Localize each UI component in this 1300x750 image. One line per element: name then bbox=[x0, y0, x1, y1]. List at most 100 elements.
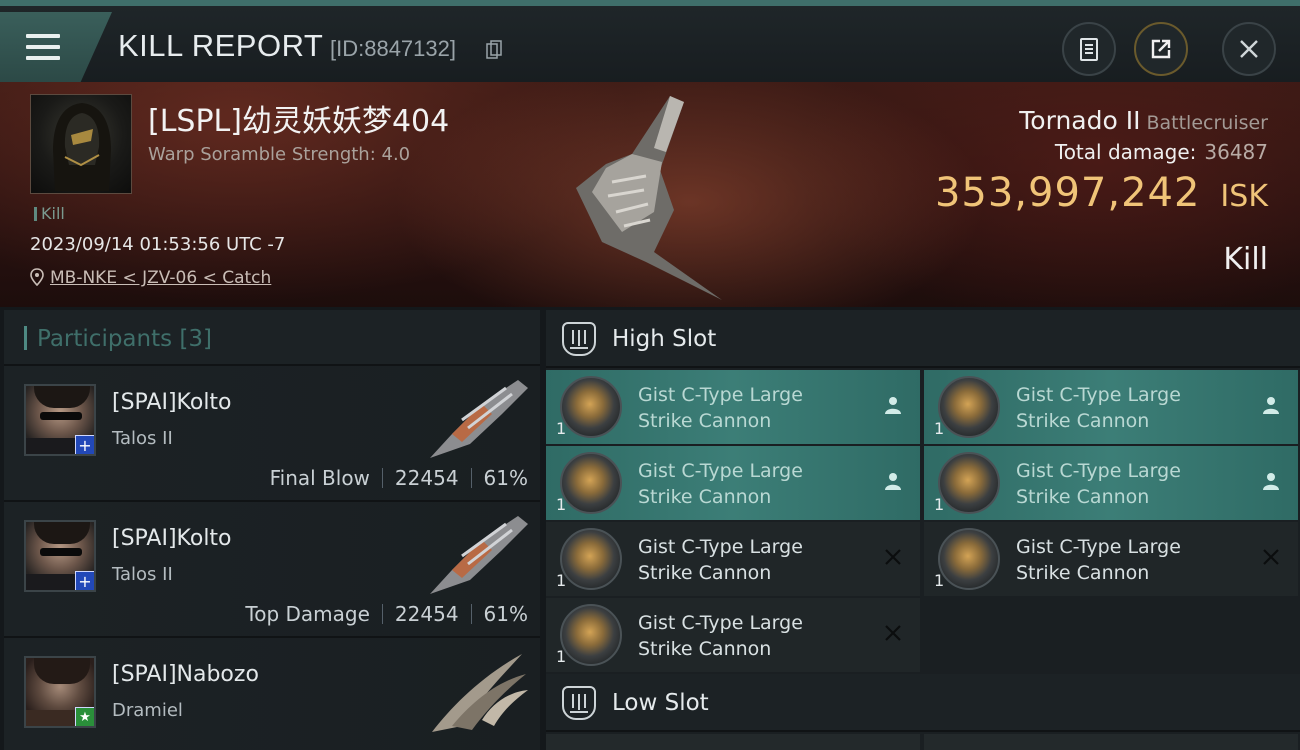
avatar: + bbox=[24, 384, 96, 456]
participant-role: Final Blow bbox=[269, 466, 370, 490]
high-slot-header: High Slot bbox=[546, 310, 1300, 368]
x-icon bbox=[885, 549, 901, 565]
victim-ship-class: Battlecruiser bbox=[1146, 112, 1268, 134]
total-damage-value: 36487 bbox=[1204, 140, 1268, 164]
participant-ship-image bbox=[430, 380, 528, 458]
victim-ship-image bbox=[576, 96, 722, 300]
cannon-icon bbox=[938, 528, 1000, 590]
low-slot-title: Low Slot bbox=[612, 690, 709, 716]
module-name: Gist C-Type Large Strike Cannon bbox=[638, 536, 803, 584]
isk-amount: 353,997,242 bbox=[934, 170, 1201, 216]
isk-loss: 353,997,242 ISK bbox=[935, 170, 1268, 216]
low-slot-icon bbox=[562, 686, 596, 720]
participant-row[interactable]: + [SPAI]Kolto Talos II Final Blow 22454 61… bbox=[4, 366, 540, 502]
kill-timestamp: 2023/09/14 01:53:56 UTC -7 bbox=[30, 234, 286, 255]
plus-badge-icon: + bbox=[75, 435, 94, 454]
module-name: Gist C-Type Large Strike Cannon bbox=[1016, 460, 1181, 508]
total-damage: Total damage: 36487 bbox=[1055, 140, 1268, 164]
star-badge-icon: ★ bbox=[75, 707, 94, 726]
cannon-icon bbox=[938, 376, 1000, 438]
module-slot[interactable]: 1 Gist C-Type Large Strike Cannon bbox=[546, 598, 920, 672]
kill-location[interactable]: MB-NKE < JZV-06 < Catch bbox=[30, 268, 271, 288]
participant-stats: Final Blow 22454 61% bbox=[270, 466, 528, 490]
participant-row[interactable]: + [SPAI]Kolto Talos II Top Damage 22454 61… bbox=[4, 502, 540, 638]
module-quantity: 1 bbox=[556, 571, 567, 590]
total-damage-label: Total damage: bbox=[1054, 140, 1197, 164]
module-slot[interactable]: 1 Gist C-Type Large Strike Cannon bbox=[924, 370, 1298, 444]
pilot-icon bbox=[885, 397, 901, 414]
top-bar: KILL REPORT [ID:8847132] bbox=[0, 0, 1300, 82]
victim-name: [LSPL]幼灵妖妖梦404 bbox=[148, 104, 450, 139]
victim-ship-name: Tornado II bbox=[1019, 106, 1141, 135]
participant-damage: 22454 bbox=[394, 466, 459, 490]
cannon-icon bbox=[560, 452, 622, 514]
participants-panel: Participants [3] + [SPAI]Kolto Talos II … bbox=[4, 310, 540, 750]
participant-name: [SPAI]Kolto bbox=[112, 526, 232, 551]
module-slot[interactable]: 1 Gist C-Type Large Strike Cannon bbox=[924, 522, 1298, 596]
module-name: Gist C-Type Large Strike Cannon bbox=[1016, 384, 1181, 432]
copy-icon[interactable] bbox=[486, 40, 502, 60]
kill-tag: Kill bbox=[34, 204, 65, 223]
cannon-icon bbox=[938, 452, 1000, 514]
participant-role: Top Damage bbox=[245, 602, 370, 626]
report-id: [ID:8847132] bbox=[330, 36, 456, 61]
module-slot[interactable] bbox=[924, 734, 1298, 750]
cannon-icon bbox=[560, 528, 622, 590]
close-button[interactable] bbox=[1222, 22, 1276, 76]
participant-damage: 22454 bbox=[394, 602, 459, 626]
participant-row[interactable]: ★ [SPAI]Nabozo Dramiel bbox=[4, 638, 540, 750]
menu-icon bbox=[26, 34, 60, 60]
module-quantity: 1 bbox=[934, 571, 945, 590]
module-slot[interactable]: 1 Gist C-Type Large Strike Cannon bbox=[924, 446, 1298, 520]
share-icon bbox=[1151, 39, 1171, 59]
module-quantity: 1 bbox=[556, 647, 567, 666]
high-slot-icon bbox=[562, 322, 596, 356]
module-slot[interactable]: 1 Gist C-Type Large Strike Cannon bbox=[546, 446, 920, 520]
participant-stats: Top Damage 22454 61% bbox=[245, 602, 528, 626]
module-slot[interactable]: 1 Gist C-Type Large Strike Cannon bbox=[546, 522, 920, 596]
participant-ship: Talos II bbox=[112, 564, 173, 585]
clipboard-button[interactable] bbox=[1062, 22, 1116, 76]
module-name: Gist C-Type Large Strike Cannon bbox=[638, 384, 803, 432]
clipboard-icon bbox=[1080, 38, 1098, 61]
victim-banner: [LSPL]幼灵妖妖梦404 Warp Soramble Strength: 4… bbox=[0, 82, 1300, 307]
kill-result: Kill bbox=[1223, 242, 1268, 277]
participant-percent: 61% bbox=[483, 602, 528, 626]
page-title: KILL REPORT bbox=[118, 28, 324, 63]
module-name: Gist C-Type Large Strike Cannon bbox=[638, 612, 803, 660]
module-name: Gist C-Type Large Strike Cannon bbox=[638, 460, 803, 508]
avatar: + bbox=[24, 520, 96, 592]
module-quantity: 1 bbox=[934, 419, 945, 438]
location-pin-icon bbox=[30, 268, 44, 286]
module-quantity: 1 bbox=[934, 495, 945, 514]
participant-ship: Dramiel bbox=[112, 700, 183, 721]
participant-name: [SPAI]Nabozo bbox=[112, 662, 259, 687]
menu-button[interactable] bbox=[0, 12, 112, 82]
module-name: Gist C-Type Large Strike Cannon bbox=[1016, 536, 1181, 584]
module-slot[interactable] bbox=[546, 734, 920, 750]
victim-avatar-image bbox=[53, 103, 111, 191]
pilot-icon bbox=[885, 473, 901, 490]
avatar: ★ bbox=[24, 656, 96, 728]
isk-unit: ISK bbox=[1220, 179, 1268, 214]
x-icon bbox=[1263, 549, 1279, 565]
high-slot-title: High Slot bbox=[612, 326, 717, 352]
participant-ship-image bbox=[432, 654, 528, 732]
share-button[interactable] bbox=[1134, 22, 1188, 76]
cannon-icon bbox=[560, 376, 622, 438]
fitting-panel: High Slot 1 Gist C-Type Large Strike Cann… bbox=[546, 310, 1300, 750]
cannon-icon bbox=[560, 604, 622, 666]
low-slot-header: Low Slot bbox=[546, 674, 1300, 732]
location-link[interactable]: MB-NKE < JZV-06 < Catch bbox=[50, 268, 271, 288]
participant-ship-image bbox=[430, 516, 528, 594]
pilot-icon bbox=[1263, 473, 1279, 490]
participant-percent: 61% bbox=[483, 466, 528, 490]
victim-portrait[interactable] bbox=[30, 94, 132, 194]
module-quantity: 1 bbox=[556, 419, 567, 438]
victim-ship: Tornado II Battlecruiser bbox=[1019, 106, 1268, 135]
plus-badge-icon: + bbox=[75, 571, 94, 590]
victim-subtitle: Warp Soramble Strength: 4.0 bbox=[148, 144, 411, 165]
pilot-icon bbox=[1263, 397, 1279, 414]
module-quantity: 1 bbox=[556, 495, 567, 514]
module-slot[interactable]: 1 Gist C-Type Large Strike Cannon bbox=[546, 370, 920, 444]
